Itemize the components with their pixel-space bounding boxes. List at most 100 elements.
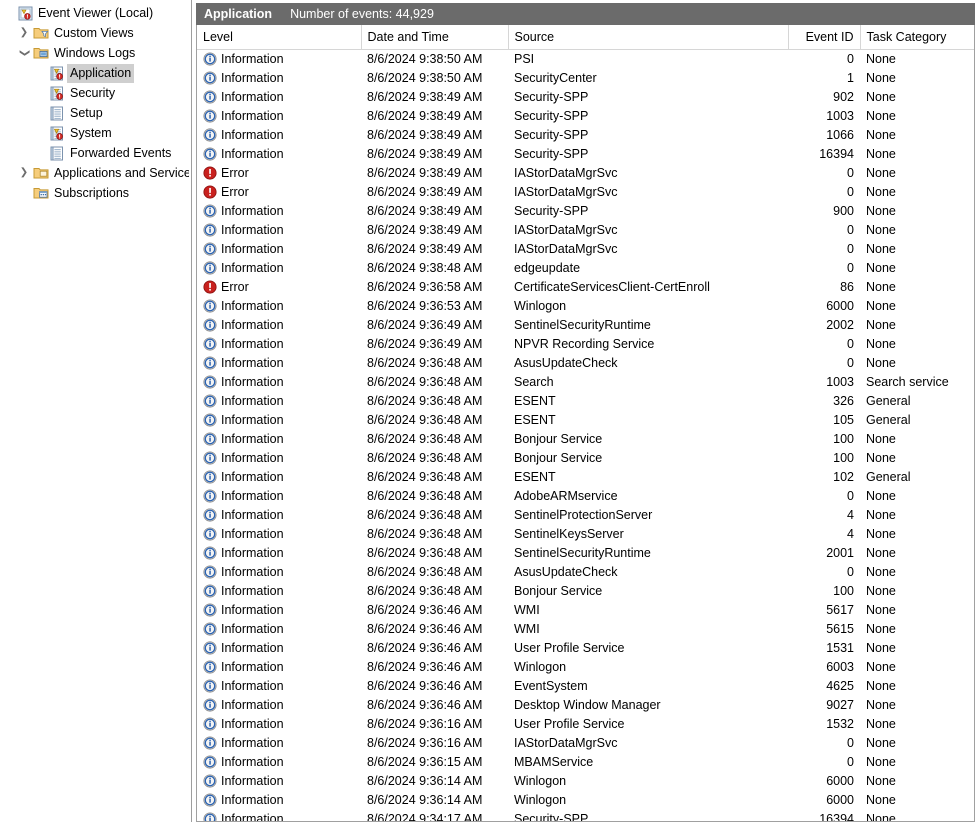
cell-task-category: None — [866, 602, 896, 617]
column-header-event-id[interactable]: Event ID — [788, 25, 861, 50]
table-row[interactable]: Information 8/6/2024 9:36:46 AM User Profi… — [197, 639, 974, 658]
level-content: Information — [203, 468, 355, 487]
level-label: Information — [221, 659, 284, 674]
sidebar-item-forwarded-events[interactable]: Forwarded Events — [0, 143, 191, 163]
table-row[interactable]: Information 8/6/2024 9:36:48 AM SentinelSe… — [197, 544, 974, 563]
sidebar-item-label: Application — [67, 63, 135, 83]
table-row[interactable]: Information 8/6/2024 9:36:49 AM NPVR Recor… — [197, 335, 974, 354]
column-header-source[interactable]: Source — [508, 25, 789, 50]
table-row[interactable]: Information 8/6/2024 9:36:48 AM ESENT 326 Ge… — [197, 392, 974, 411]
cell-date-and-time: 8/6/2024 9:36:14 AM — [367, 773, 483, 788]
sidebar-item-windows-logs[interactable]: ❯ Windows Logs — [0, 43, 191, 63]
cell-task-category: None — [866, 640, 896, 655]
table-row[interactable]: Information 8/6/2024 9:38:49 AM IAStorData… — [197, 240, 974, 259]
sidebar-item-custom-views[interactable]: ❯ Custom Views — [0, 23, 191, 43]
level-label: Information — [221, 317, 284, 332]
table-row[interactable]: Information 8/6/2024 9:38:49 AM Security-S… — [197, 145, 974, 164]
table-row[interactable]: Information 8/6/2024 9:38:50 AM SecurityCe… — [197, 69, 974, 88]
cell-level: Information — [197, 791, 361, 810]
level-label: Information — [221, 260, 284, 275]
table-row[interactable]: Information 8/6/2024 9:36:48 AM Bonjour Se… — [197, 582, 974, 601]
table-row[interactable]: Information 8/6/2024 9:36:46 AM WMI 5617 Non… — [197, 601, 974, 620]
level-label: Information — [221, 602, 284, 617]
table-row[interactable]: Information 8/6/2024 9:36:53 AM Winlogon 60… — [197, 297, 974, 316]
level-label: Information — [221, 241, 284, 256]
information-icon — [203, 71, 217, 85]
table-row[interactable]: Information 8/6/2024 9:36:15 AM MBAMServic… — [197, 753, 974, 772]
cell-level: Information — [197, 525, 361, 544]
table-row[interactable]: Information 8/6/2024 9:38:49 AM IAStorData… — [197, 221, 974, 240]
cell-source: WMI — [514, 621, 540, 636]
level-label: Information — [221, 393, 284, 408]
column-header-task-category[interactable]: Task Category — [860, 25, 975, 50]
event-table-body[interactable]: Information 8/6/2024 9:38:50 AM PSI 0 None In… — [197, 49, 974, 821]
cell-task-category: None — [866, 526, 896, 541]
table-row[interactable]: Information 8/6/2024 9:36:46 AM EventSyste… — [197, 677, 974, 696]
table-row[interactable]: Information 8/6/2024 9:36:48 AM ESENT 102 Ge… — [197, 468, 974, 487]
table-row[interactable]: Information 8/6/2024 9:38:49 AM Security-S… — [197, 88, 974, 107]
sidebar-item-subscriptions[interactable]: Subscriptions — [0, 183, 191, 203]
table-row[interactable]: Information 8/6/2024 9:38:49 AM Security-S… — [197, 107, 974, 126]
cell-task-category: None — [866, 450, 896, 465]
table-row[interactable]: Information 8/6/2024 9:36:46 AM Desktop Wi… — [197, 696, 974, 715]
information-icon — [203, 489, 217, 503]
table-row[interactable]: Information 8/6/2024 9:36:48 AM AdobeARMse… — [197, 487, 974, 506]
cell-source: NPVR Recording Service — [514, 336, 655, 351]
table-row[interactable]: Information 8/6/2024 9:34:17 AM Security-S… — [197, 810, 974, 821]
table-row[interactable]: Information 8/6/2024 9:38:50 AM PSI 0 None — [197, 49, 974, 69]
cell-level: Information — [197, 240, 361, 259]
table-row[interactable]: Information 8/6/2024 9:36:48 AM Search 1003… — [197, 373, 974, 392]
table-row[interactable]: Information 8/6/2024 9:36:46 AM Winlogon 60… — [197, 658, 974, 677]
chevron-right-icon[interactable]: ❯ — [16, 28, 32, 38]
sidebar-item-application[interactable]: Application — [0, 63, 191, 83]
table-row[interactable]: Information 8/6/2024 9:36:16 AM IAStorData… — [197, 734, 974, 753]
navigation-tree[interactable]: Event Viewer (Local) ❯ Custom Views ❯ Window… — [0, 0, 192, 822]
level-content: Information — [203, 639, 355, 658]
table-row[interactable]: Information 8/6/2024 9:36:46 AM WMI 5615 Non… — [197, 620, 974, 639]
table-row[interactable]: Information 8/6/2024 9:36:48 AM Bonjour Se… — [197, 430, 974, 449]
table-row[interactable]: Information 8/6/2024 9:36:14 AM Winlogon 60… — [197, 791, 974, 810]
sidebar-item-security[interactable]: Security — [0, 83, 191, 103]
table-row[interactable]: Information 8/6/2024 9:36:48 AM AsusUpdate… — [197, 563, 974, 582]
cell-source: ESENT — [514, 412, 556, 427]
table-row[interactable]: Information 8/6/2024 9:36:48 AM AsusUpdate… — [197, 354, 974, 373]
level-label: Information — [221, 773, 284, 788]
column-header-level[interactable]: Level — [197, 25, 362, 50]
table-row[interactable]: Information 8/6/2024 9:36:48 AM Bonjour Se… — [197, 449, 974, 468]
information-icon — [203, 147, 217, 161]
level-label: Information — [221, 431, 284, 446]
table-row[interactable]: Information 8/6/2024 9:36:48 AM SentinelPr… — [197, 506, 974, 525]
sidebar-item-setup[interactable]: Setup — [0, 103, 191, 123]
level-label: Information — [221, 222, 284, 237]
table-row[interactable]: Error 8/6/2024 9:38:49 AM IAStorDataMgrSvc… — [197, 183, 974, 202]
table-row[interactable]: Information 8/6/2024 9:36:48 AM SentinelKe… — [197, 525, 974, 544]
table-row[interactable]: Information 8/6/2024 9:38:49 AM Security-S… — [197, 202, 974, 221]
event-list-container[interactable]: Level Date and Time Source Event ID Task Cat… — [196, 25, 976, 822]
cell-event-id: 0 — [847, 564, 854, 579]
level-label: Information — [221, 355, 284, 370]
chevron-right-icon[interactable]: ❯ — [16, 168, 32, 178]
sidebar-item-event-viewer-local[interactable]: Event Viewer (Local) — [0, 3, 191, 23]
cell-source: Search — [514, 374, 554, 389]
column-header-date-and-time[interactable]: Date and Time — [361, 25, 509, 50]
cell-level: Information — [197, 544, 361, 563]
table-row[interactable]: Error 8/6/2024 9:38:49 AM IAStorDataMgrSvc… — [197, 164, 974, 183]
sidebar-item-applications-and-services-lo[interactable]: ❯ Applications and Services Lo — [0, 163, 191, 183]
table-row[interactable]: Information 8/6/2024 9:38:49 AM Security-S… — [197, 126, 974, 145]
sidebar-item-label: Subscriptions — [54, 186, 130, 200]
table-row[interactable]: Information 8/6/2024 9:36:48 AM ESENT 105 Ge… — [197, 411, 974, 430]
cell-date-and-time: 8/6/2024 9:36:58 AM — [367, 279, 483, 294]
event-table: Level Date and Time Source Event ID Task Cat… — [197, 25, 975, 821]
log-plain-icon — [48, 105, 66, 121]
table-row[interactable]: Error 8/6/2024 9:36:58 AM CertificateServi… — [197, 278, 974, 297]
chevron-down-icon[interactable]: ❯ — [19, 45, 30, 61]
table-row[interactable]: Information 8/6/2024 9:38:48 AM edgeupdate… — [197, 259, 974, 278]
sidebar-item-system[interactable]: System — [0, 123, 191, 143]
table-row[interactable]: Information 8/6/2024 9:36:14 AM Winlogon 60… — [197, 772, 974, 791]
column-header-row[interactable]: Level Date and Time Source Event ID Task Cat… — [197, 25, 975, 50]
cell-task-category: General — [866, 412, 911, 427]
table-row[interactable]: Information 8/6/2024 9:36:16 AM User Profi… — [197, 715, 974, 734]
cell-level: Error — [197, 164, 361, 183]
table-row[interactable]: Information 8/6/2024 9:36:49 AM SentinelSe… — [197, 316, 974, 335]
cell-event-id: 1003 — [826, 374, 854, 389]
